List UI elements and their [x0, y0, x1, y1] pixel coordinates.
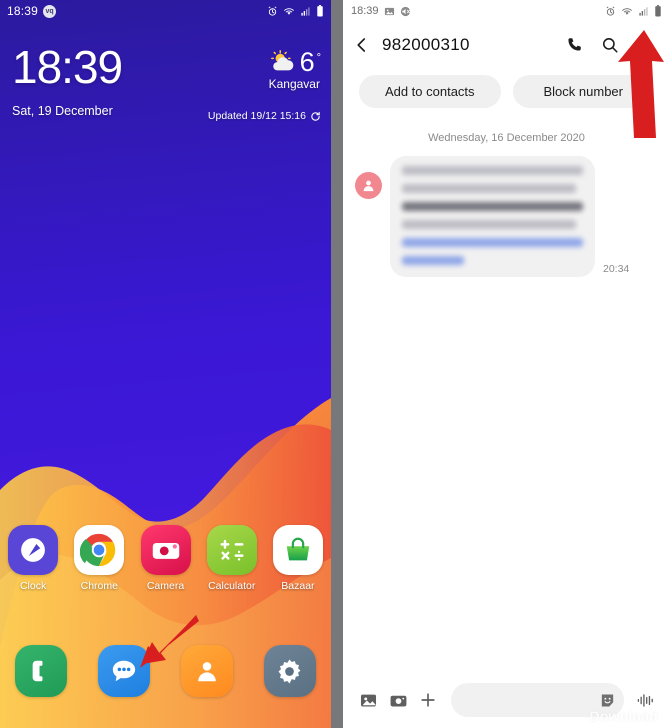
- status-bar-time: 18:39: [7, 4, 39, 18]
- clock-widget[interactable]: 18:39 Sat, 19 December: [12, 41, 123, 118]
- home-screen: 18:39 vq 18:39 Sat, 19 December 6 ° Kang…: [0, 0, 331, 728]
- weather-main-row: 6 °: [268, 47, 321, 77]
- red-arrow-annotation-messages: [140, 614, 199, 668]
- app-grid-row: Clock Chrome Camera Calculator Bazaar: [0, 525, 331, 592]
- person-avatar-icon: [355, 172, 382, 199]
- calculator-app-icon[interactable]: [206, 525, 257, 575]
- redacted-text-line: [402, 202, 583, 211]
- weather-updated-row: Updated 19/12 15:16: [208, 110, 321, 122]
- message-bubble[interactable]: [390, 156, 595, 277]
- messages-screen: 18:39 982000310 Add to contacts Block nu…: [343, 0, 670, 728]
- app-label: Camera: [146, 580, 185, 592]
- weather-temperature: 6: [299, 47, 315, 77]
- app-clock[interactable]: Clock: [0, 525, 66, 592]
- redacted-text-line: [402, 220, 576, 229]
- sun-behind-cloud-icon: [270, 50, 293, 71]
- sticker-smiley-icon[interactable]: [599, 692, 616, 709]
- clock-date: Sat, 19 December: [12, 104, 113, 118]
- battery-icon: [317, 5, 323, 17]
- clock-app-icon[interactable]: [8, 525, 59, 575]
- chrome-app-icon[interactable]: [74, 525, 125, 575]
- phone-call-icon[interactable]: [563, 34, 585, 56]
- refresh-icon[interactable]: [310, 111, 321, 122]
- status-bar-right-group: [605, 5, 662, 17]
- dual-screenshot-container: 18:39 vq 18:39 Sat, 19 December 6 ° Kang…: [0, 0, 670, 728]
- messages-status-bar: 18:39: [343, 0, 670, 22]
- weather-city: Kangavar: [268, 77, 320, 91]
- bazaar-app-icon[interactable]: [272, 525, 323, 575]
- signal-icon: [639, 6, 648, 16]
- back-chevron-icon[interactable]: [352, 35, 372, 55]
- weather-degree-symbol: °: [316, 52, 321, 64]
- dock-item-settings[interactable]: [248, 645, 331, 697]
- weather-updated-text: Updated 19/12 15:16: [207, 110, 306, 122]
- alarm-icon: [606, 6, 615, 16]
- status-bar-left-group: 18:39: [351, 5, 411, 17]
- app-label: Calculator: [208, 580, 256, 592]
- add-to-contacts-button[interactable]: Add to contacts: [359, 75, 501, 108]
- gear-icon[interactable]: [263, 645, 316, 697]
- message-row-incoming: 20:34: [343, 156, 670, 277]
- battery-icon: [655, 5, 661, 17]
- status-bar-left-group: 18:39 vq: [7, 4, 57, 18]
- mute-icon: [400, 6, 410, 16]
- redacted-link-line[interactable]: [402, 238, 583, 247]
- app-label: Clock: [19, 580, 47, 592]
- home-status-bar: 18:39 vq: [0, 0, 331, 22]
- plus-icon[interactable]: [413, 685, 443, 715]
- redacted-link-line[interactable]: [402, 256, 464, 265]
- app-chrome[interactable]: Chrome: [66, 525, 132, 592]
- app-bazaar[interactable]: Bazaar: [265, 525, 331, 592]
- wifi-icon: [622, 7, 632, 15]
- camera-app-icon[interactable]: [140, 525, 191, 575]
- compose-bar: [343, 672, 670, 728]
- notification-badge-icon: vq: [43, 4, 57, 18]
- app-label: Bazaar: [281, 580, 315, 592]
- red-arrow-annotation-menu: [618, 30, 664, 138]
- redacted-text-line: [402, 166, 583, 175]
- phone-handset-icon[interactable]: [15, 645, 68, 697]
- dock-item-phone[interactable]: [0, 645, 83, 697]
- status-bar-right-group: [267, 5, 324, 17]
- message-timestamp: 20:34: [603, 263, 630, 275]
- message-input-field[interactable]: [451, 683, 624, 717]
- weather-widget[interactable]: 6 ° Kangavar: [268, 47, 321, 91]
- clock-time: 18:39: [12, 41, 123, 93]
- app-calculator[interactable]: Calculator: [199, 525, 265, 592]
- image-icon[interactable]: [353, 685, 383, 715]
- audio-waveform-icon[interactable]: [630, 685, 660, 715]
- alarm-icon: [268, 6, 277, 16]
- app-camera[interactable]: Camera: [132, 525, 198, 592]
- redacted-text-line: [402, 184, 576, 193]
- panel-divider: [331, 0, 343, 728]
- image-icon: [384, 7, 394, 15]
- camera-icon[interactable]: [383, 685, 413, 715]
- wifi-icon: [284, 7, 294, 15]
- status-bar-time: 18:39: [351, 5, 379, 17]
- conversation-title: 982000310: [382, 34, 470, 54]
- signal-icon: [301, 6, 310, 16]
- app-label: Chrome: [80, 580, 118, 592]
